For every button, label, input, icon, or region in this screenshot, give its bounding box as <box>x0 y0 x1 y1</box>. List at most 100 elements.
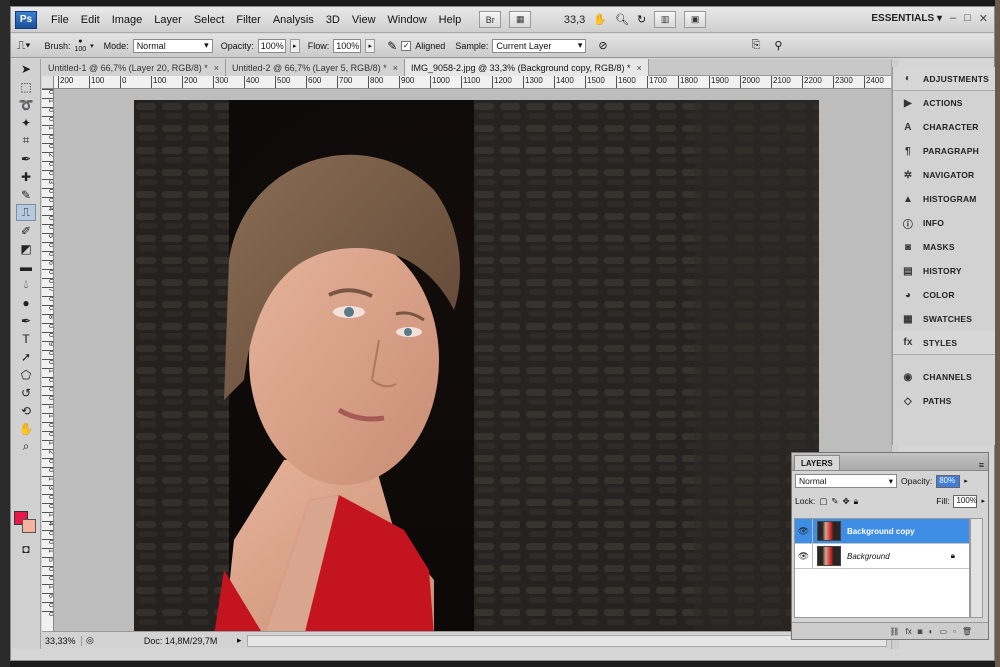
marquee-tool-icon[interactable]: ⬚ <box>16 78 36 95</box>
brush-preset-picker[interactable]: ● 100 <box>74 38 86 54</box>
status-zoom[interactable]: 33,33% <box>42 635 82 646</box>
panel-color[interactable]: ◕ COLOR <box>893 283 995 307</box>
clone-stamp-tool-icon[interactable]: ⎍ <box>16 204 36 221</box>
opacity-arrow-icon[interactable]: ▸ <box>964 477 968 485</box>
panel-character[interactable]: A CHARACTER <box>893 115 995 139</box>
menu-edit[interactable]: Edit <box>75 14 106 26</box>
status-menu-icon[interactable]: ▸ <box>237 635 242 646</box>
panel-history[interactable]: ▤ HISTORY <box>893 259 995 283</box>
flow-field[interactable]: 100% <box>333 38 362 53</box>
fill-arrow-icon[interactable]: ▸ <box>981 497 985 505</box>
panel-channels[interactable]: ◉ CHANNELS <box>893 365 995 389</box>
rotate-view-icon[interactable]: ↻ <box>637 13 646 26</box>
close-icon[interactable]: × <box>393 63 398 73</box>
menu-image[interactable]: Image <box>106 14 149 26</box>
menu-analysis[interactable]: Analysis <box>267 14 320 26</box>
quick-mask-icon[interactable]: ◘ <box>16 540 36 557</box>
panel-paths[interactable]: ◇ PATHS <box>893 389 995 413</box>
menu-3d[interactable]: 3D <box>320 14 346 26</box>
hand-tool-icon[interactable]: ✋ <box>16 420 36 437</box>
flow-slider-toggle[interactable]: ▸ <box>365 38 376 53</box>
brush-tool-icon[interactable]: ✎ <box>16 186 36 203</box>
tab-layers[interactable]: LAYERS <box>794 455 840 470</box>
pressure-icon[interactable]: ⚲ <box>774 39 782 52</box>
panel-menu-icon[interactable]: ≡ <box>979 460 984 470</box>
history-brush-tool-icon[interactable]: ✐ <box>16 222 36 239</box>
3d-orbit-tool-icon[interactable]: ⟲ <box>16 402 36 419</box>
layer-style-icon[interactable]: fx <box>906 627 912 636</box>
tab-document-2[interactable]: Untitled-2 @ 66,7% (Layer 5, RGB/8) * × <box>225 59 405 76</box>
panel-paragraph[interactable]: ¶ PARAGRAPH <box>893 139 995 163</box>
lock-all-icon[interactable]: 🔒︎ <box>854 496 859 507</box>
clone-stamp-tool-icon[interactable]: ⎍▾ <box>17 38 30 53</box>
hand-tool-icon[interactable]: ✋ <box>593 13 607 26</box>
link-layers-icon[interactable]: ⛓ <box>889 627 899 636</box>
panel-actions[interactable]: ▶ ACTIONS <box>893 91 995 115</box>
canvas[interactable] <box>55 90 891 631</box>
opacity-field[interactable]: 100% <box>257 38 286 53</box>
lock-pixels-icon[interactable]: ✎ <box>831 496 838 507</box>
quick-selection-tool-icon[interactable]: ✦ <box>16 114 36 131</box>
maximize-icon[interactable]: □ <box>964 12 971 25</box>
horizontal-ruler[interactable]: 200 100 0 100 200 300 400 500 600 700 800 900 1000 11… <box>54 76 891 89</box>
eyedropper-tool-icon[interactable]: ✒ <box>16 150 36 167</box>
new-layer-icon[interactable]: ▫ <box>953 627 956 636</box>
3d-rotate-tool-icon[interactable]: ↺ <box>16 384 36 401</box>
background-color-swatch[interactable] <box>22 519 36 533</box>
close-icon[interactable]: ✕ <box>979 12 988 25</box>
doc-size[interactable]: Doc: 14,8M/29,7M <box>144 636 218 646</box>
panel-swatches[interactable]: ▦ SWATCHES <box>893 307 995 331</box>
blend-mode-select[interactable]: Normal ▾ <box>795 474 897 488</box>
lock-position-icon[interactable]: ✥ <box>842 496 849 507</box>
delete-layer-icon[interactable]: 🗑︎ <box>962 627 972 636</box>
bridge-button[interactable]: Br <box>479 11 502 28</box>
document-image[interactable] <box>134 100 819 631</box>
zoom-tool-icon[interactable]: 🔍︎ <box>615 13 629 26</box>
chevron-down-icon[interactable]: ▾ <box>90 42 94 50</box>
airbrush-icon[interactable]: ✎ <box>387 39 397 53</box>
shape-tool-icon[interactable]: ⬠ <box>16 366 36 383</box>
lasso-tool-icon[interactable]: ➰ <box>16 96 36 113</box>
panel-histogram[interactable]: ▲ HISTOGRAM <box>893 187 995 211</box>
workspace-switcher[interactable]: ESSENTIALS ▾ <box>871 13 942 24</box>
ruler-origin[interactable] <box>42 76 54 89</box>
crop-tool-icon[interactable]: ⌗ <box>16 132 36 149</box>
mode-select[interactable]: Normal ▾ <box>132 38 213 53</box>
status-info-icon[interactable]: ◎ <box>86 635 94 646</box>
arrange-documents-button[interactable]: ▥ <box>654 11 677 28</box>
close-icon[interactable]: × <box>214 63 219 73</box>
menu-layer[interactable]: Layer <box>148 14 188 26</box>
aligned-checkbox[interactable]: ✓ <box>401 40 412 51</box>
menu-file[interactable]: File <box>45 14 75 26</box>
menu-help[interactable]: Help <box>433 14 468 26</box>
visibility-eye-icon[interactable]: 👁︎ <box>795 518 813 544</box>
menu-view[interactable]: View <box>346 14 382 26</box>
ps-logo[interactable]: Ps <box>15 10 37 29</box>
tab-document-1[interactable]: Untitled-1 @ 66,7% (Layer 20, RGB/8) * × <box>42 59 226 76</box>
lock-transparent-icon[interactable]: ▢ <box>819 496 827 507</box>
eraser-tool-icon[interactable]: ◩ <box>16 240 36 257</box>
ignore-adjustment-layers-icon[interactable]: ⊘ <box>598 39 607 52</box>
view-extras-button[interactable]: ▦ <box>509 11 532 28</box>
layer-row[interactable]: 👁︎ Background copy <box>795 518 969 544</box>
move-tool-icon[interactable]: ➤ <box>16 60 36 77</box>
fill-field[interactable]: 100% <box>953 494 978 508</box>
clone-source-panel-icon[interactable]: ⎘ <box>752 39 761 52</box>
adjustment-layer-icon[interactable]: ◐ <box>929 627 934 636</box>
healing-brush-tool-icon[interactable]: ✚ <box>16 168 36 185</box>
layer-row[interactable]: 👁︎ Background 🔒︎ <box>795 543 969 569</box>
panel-styles[interactable]: fx STYLES <box>893 331 995 355</box>
opacity-slider-toggle[interactable]: ▸ <box>289 38 300 53</box>
dodge-tool-icon[interactable]: ● <box>16 294 36 311</box>
new-group-icon[interactable]: ▭ <box>939 627 947 636</box>
zoom-level[interactable]: 33,3 <box>539 14 585 26</box>
menu-window[interactable]: Window <box>382 14 433 26</box>
vertical-ruler[interactable]: 0 1 0 0 1 0 0 2 0 0 3 0 0 4 0 0 5 0 0 6 0 0 7 0 0 8 0 0 9 0 0 1 0 0 0 1 1 0 0 1… <box>42 89 54 631</box>
minimize-icon[interactable]: – <box>950 12 956 25</box>
type-tool-icon[interactable]: T <box>16 330 36 347</box>
layers-scrollbar[interactable] <box>970 518 983 618</box>
zoom-tool-icon[interactable]: ⌕ <box>16 438 36 455</box>
menu-filter[interactable]: Filter <box>230 14 266 26</box>
visibility-eye-icon[interactable]: 👁︎ <box>795 543 813 569</box>
path-selection-tool-icon[interactable]: ➚ <box>16 348 36 365</box>
